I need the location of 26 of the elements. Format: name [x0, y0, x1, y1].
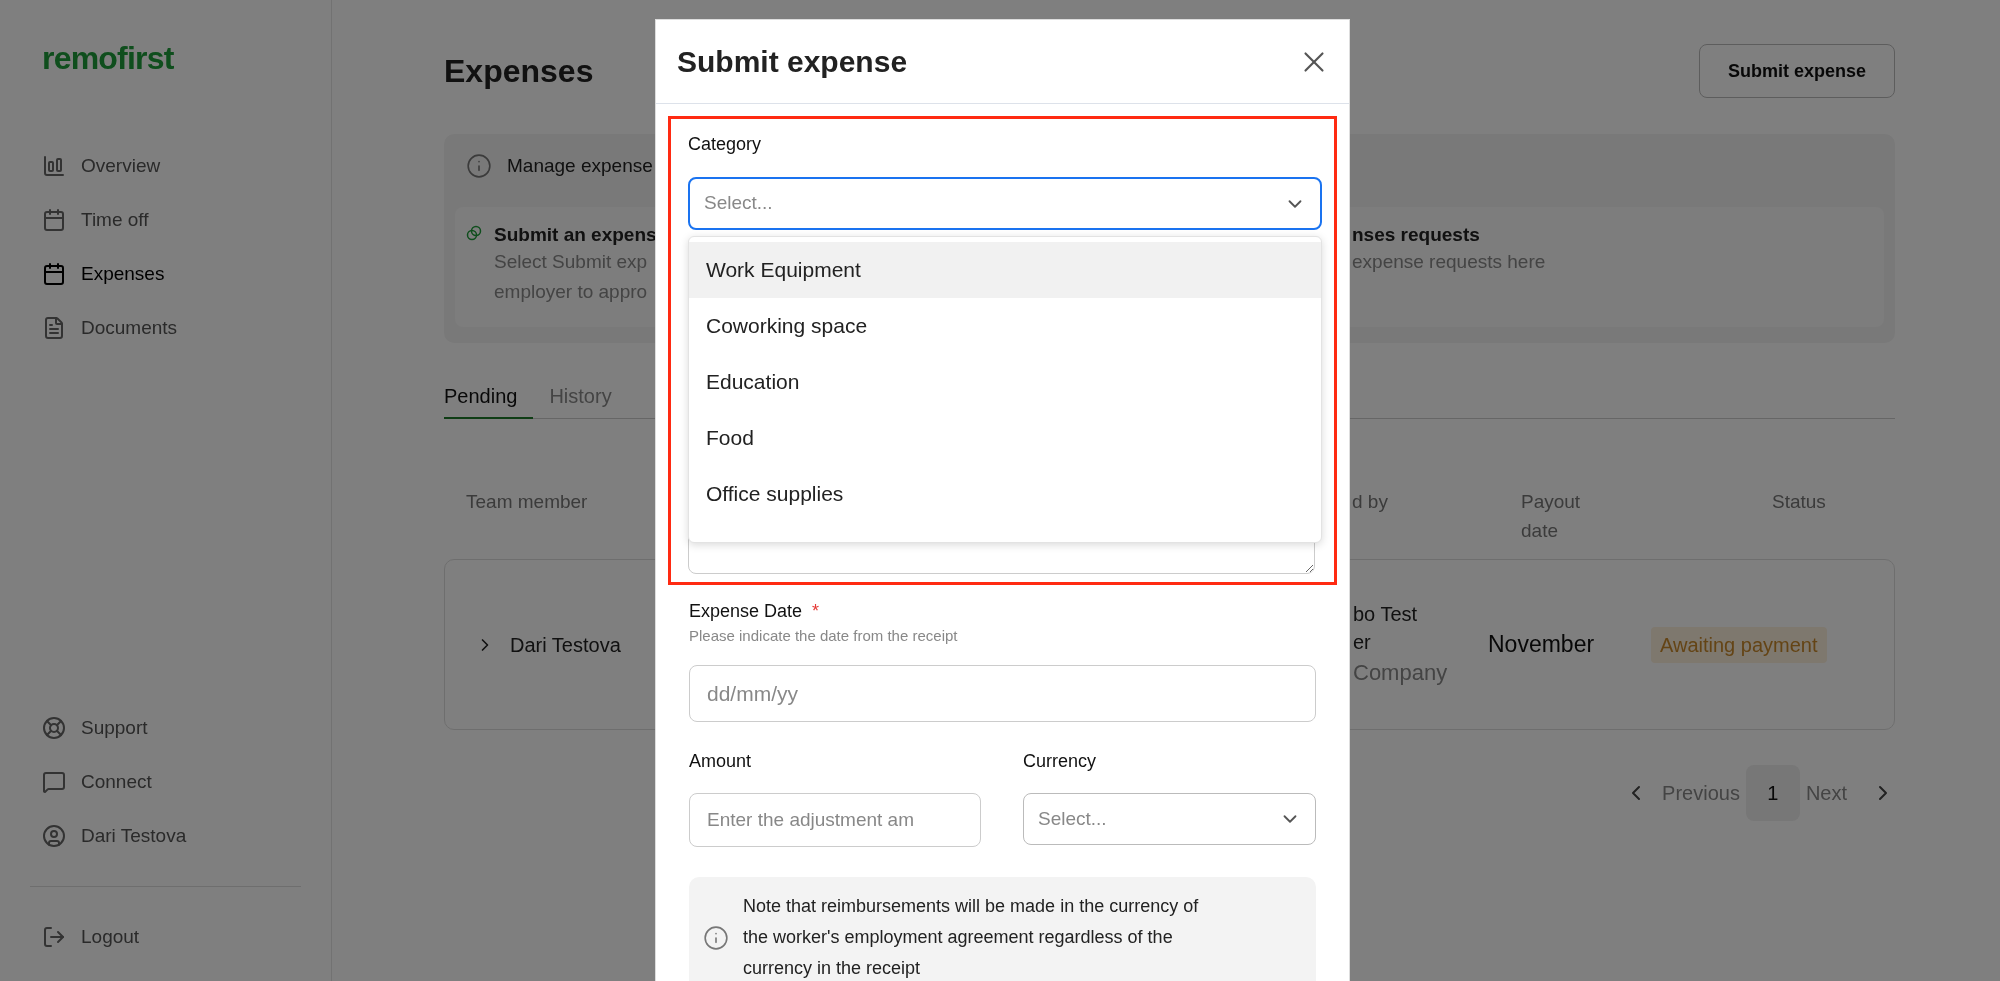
column-header: Status [1772, 490, 1826, 514]
status-badge: Awaiting payment [1651, 626, 1827, 663]
card-title: nses requests [1352, 223, 1481, 247]
logo: remofirst [42, 40, 175, 76]
note-text: Note that reimbursements will be made in the currency of the worker's employment agreement regardless of the currency in the receipt [743, 895, 1200, 980]
amount-label: Amount [689, 750, 753, 772]
required-mark: * [812, 599, 820, 623]
payout-date: November [1488, 630, 1596, 660]
page-title: Expenses [444, 52, 594, 91]
dialog-title: Submit expense [677, 44, 908, 80]
table-cell-text: Company [1353, 658, 1448, 687]
table-cell-text: bo Test [1353, 601, 1418, 627]
category-label: Category [688, 133, 763, 155]
column-header: d by [1352, 490, 1388, 514]
card-text: employer to appro [494, 280, 649, 304]
expense-date-hint: Please indicate the date from the receipt [689, 626, 959, 646]
info-title: Manage expense [507, 153, 653, 178]
card-text: Select Submit exp [494, 250, 649, 274]
member-name: Dari Testova [510, 633, 621, 656]
expense-date-label: Expense Date [689, 599, 803, 623]
currency-label: Currency [1023, 750, 1098, 772]
table-cell-text: er [1353, 629, 1371, 655]
column-header: Payout date [1521, 490, 1582, 543]
card-title: Submit an expens [494, 223, 657, 247]
card-text: expense requests here [1352, 250, 1546, 274]
column-header: Team member [466, 490, 588, 514]
